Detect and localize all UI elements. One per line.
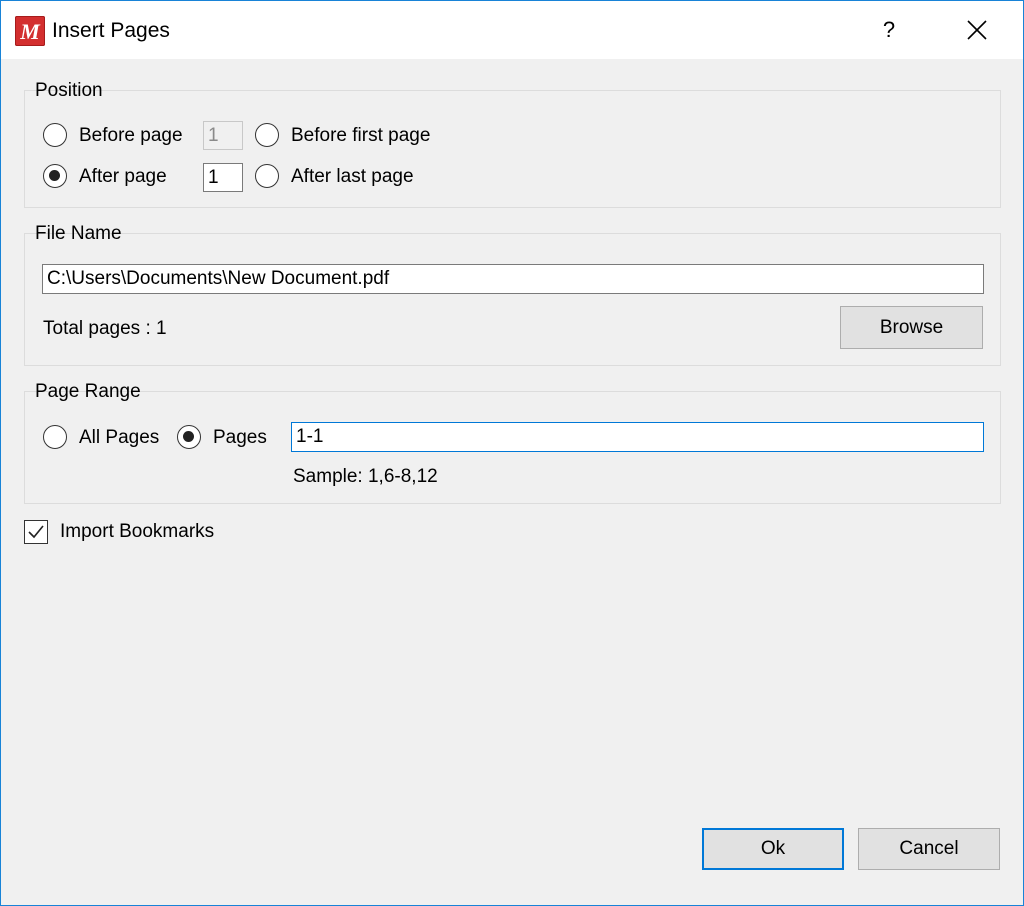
all-pages-radio[interactable] — [43, 425, 67, 449]
title-bar[interactable]: M Insert Pages ? — [1, 1, 1023, 59]
after-page-radio[interactable] — [43, 164, 67, 188]
browse-button[interactable]: Browse — [840, 306, 983, 349]
close-icon — [967, 20, 987, 40]
before-first-page-radio[interactable] — [255, 123, 279, 147]
help-button[interactable]: ? — [867, 9, 911, 51]
after-last-page-label: After last page — [291, 166, 414, 187]
page-range-input[interactable] — [291, 422, 984, 452]
pages-label: Pages — [213, 427, 267, 448]
page-range-group-label: Page Range — [35, 381, 141, 402]
pages-radio[interactable] — [177, 425, 201, 449]
before-page-input[interactable] — [203, 121, 243, 150]
insert-pages-dialog: M Insert Pages ? Position Before page Be… — [0, 0, 1024, 906]
position-group — [24, 90, 1001, 208]
file-path-input[interactable] — [42, 264, 984, 294]
window-title: Insert Pages — [52, 19, 170, 42]
total-pages-text: Total pages : 1 — [43, 318, 167, 339]
import-bookmarks-label: Import Bookmarks — [60, 521, 215, 542]
page-range-sample-text: Sample: 1,6-8,12 — [293, 466, 438, 487]
checkmark-icon — [28, 525, 44, 539]
app-logo-icon: M — [15, 16, 45, 46]
before-page-label: Before page — [79, 125, 183, 146]
all-pages-label: All Pages — [79, 427, 160, 448]
after-page-label: After page — [79, 166, 167, 187]
before-page-radio[interactable] — [43, 123, 67, 147]
file-name-group-label: File Name — [35, 223, 122, 244]
cancel-button[interactable]: Cancel — [858, 828, 1000, 870]
close-button[interactable] — [951, 9, 1003, 51]
ok-button[interactable]: Ok — [702, 828, 844, 870]
app-logo-letter: M — [19, 19, 41, 44]
after-last-page-radio[interactable] — [255, 164, 279, 188]
position-group-label: Position — [35, 80, 103, 101]
import-bookmarks-checkbox[interactable] — [24, 520, 48, 544]
after-page-input[interactable] — [203, 163, 243, 192]
before-first-page-label: Before first page — [291, 125, 431, 146]
